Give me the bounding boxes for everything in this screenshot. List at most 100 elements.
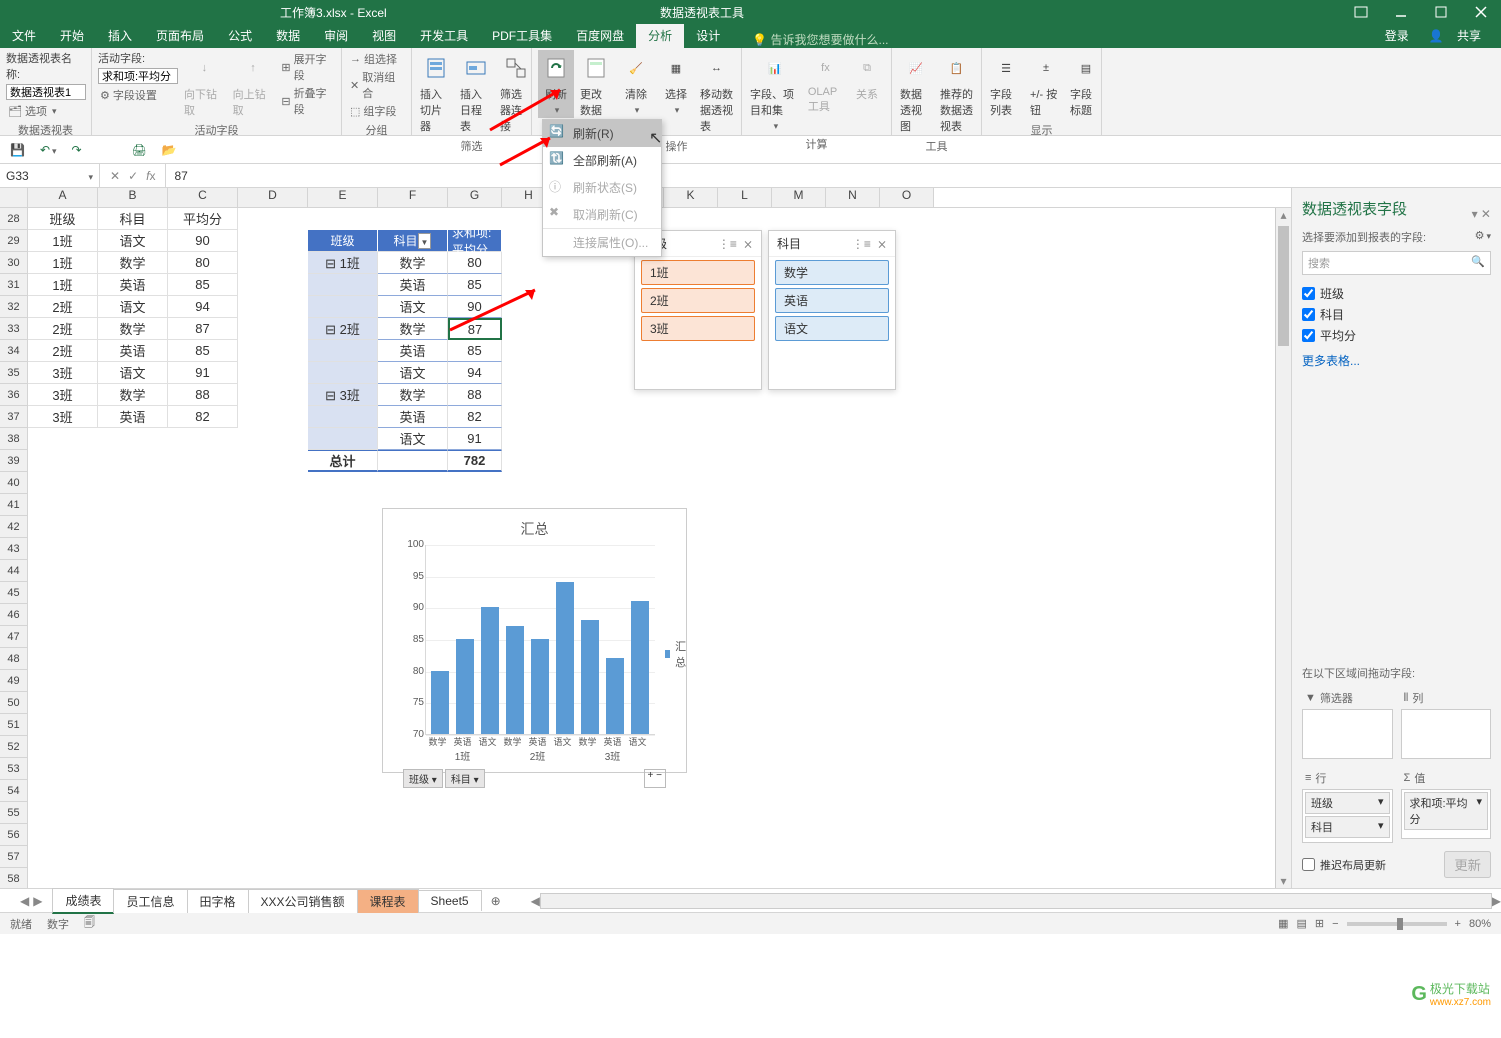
cell[interactable]: 2班 — [28, 296, 98, 318]
cell[interactable]: 数学 — [98, 252, 168, 274]
print-preview-icon[interactable]: 🖨 — [132, 143, 147, 157]
select-button[interactable]: ▦选择 — [658, 50, 694, 118]
cell[interactable] — [378, 450, 448, 472]
column-header[interactable]: E — [308, 188, 378, 207]
row-header[interactable]: 53 — [0, 758, 28, 780]
cell[interactable]: 数学 — [378, 252, 448, 274]
area-item[interactable]: 班级▾ — [1305, 792, 1390, 814]
recommended-pivot-button[interactable]: 📋推荐的数据透视表 — [938, 50, 975, 136]
defer-layout-checkbox[interactable] — [1302, 858, 1315, 871]
field-checkbox[interactable] — [1302, 308, 1315, 321]
row-header[interactable]: 31 — [0, 274, 28, 296]
tab-data[interactable]: 数据 — [264, 23, 312, 48]
view-page-icon[interactable]: ▤ — [1296, 917, 1306, 930]
sheet-tab[interactable]: XXX公司销售额 — [248, 889, 358, 913]
cell[interactable] — [308, 362, 378, 384]
field-checkbox[interactable] — [1302, 329, 1315, 342]
cell[interactable]: 82 — [448, 406, 502, 428]
cell[interactable]: 1班 — [28, 252, 98, 274]
cell[interactable]: 2班 — [28, 340, 98, 362]
row-header[interactable]: 33 — [0, 318, 28, 340]
row-header[interactable]: 41 — [0, 494, 28, 516]
cell[interactable]: 3班 — [28, 406, 98, 428]
sheet-tab[interactable]: 田字格 — [187, 889, 249, 913]
cell[interactable]: 班级 — [28, 208, 98, 230]
tab-nav-prev-icon[interactable]: ◀ — [20, 894, 29, 908]
slicer-multi-icon[interactable]: ⋮≡ — [852, 237, 871, 251]
cell[interactable]: 英语 — [98, 340, 168, 362]
row-header[interactable]: 34 — [0, 340, 28, 362]
tab-developer[interactable]: 开发工具 — [408, 23, 480, 48]
row-header[interactable]: 51 — [0, 714, 28, 736]
field-settings-button[interactable]: ⚙ 字段设置 — [98, 86, 178, 104]
row-header[interactable]: 47 — [0, 626, 28, 648]
tab-nav-next-icon[interactable]: ▶ — [33, 894, 42, 908]
slicer-item[interactable]: 1班 — [641, 260, 755, 285]
cell[interactable]: 782 — [448, 450, 502, 472]
formula-input[interactable]: 87 — [165, 164, 1501, 187]
pivot-chart-button[interactable]: 📈数据透视图 — [898, 50, 934, 136]
pivot-chart[interactable]: 汇总 707580859095100 数学英语语文数学英语语文数学英语语文 1班… — [382, 508, 687, 773]
row-header[interactable]: 42 — [0, 516, 28, 538]
cell[interactable]: 3班 — [28, 384, 98, 406]
row-header[interactable]: 56 — [0, 824, 28, 846]
expand-field-button[interactable]: ⊞ 展开字段 — [279, 50, 335, 84]
pivot-name-input[interactable] — [6, 84, 86, 100]
ribbon-options-icon[interactable] — [1341, 0, 1381, 24]
row-header[interactable]: 45 — [0, 582, 28, 604]
column-header[interactable]: M — [772, 188, 826, 207]
cell[interactable]: 88 — [448, 384, 502, 406]
chart-filter-subject[interactable]: 科目 ▾ — [445, 769, 485, 788]
tab-pagelayout[interactable]: 页面布局 — [144, 23, 216, 48]
slicer-multi-icon[interactable]: ⋮≡ — [718, 237, 737, 251]
more-tables-link[interactable]: 更多表格... — [1302, 352, 1491, 369]
field-headers-button[interactable]: ▤字段标题 — [1068, 50, 1104, 120]
slicer-clear-icon[interactable]: ⨯ — [743, 237, 753, 251]
row-header[interactable]: 44 — [0, 560, 28, 582]
cell[interactable]: 科目 — [98, 208, 168, 230]
cell[interactable]: 1班 — [28, 274, 98, 296]
move-pivot-button[interactable]: ↔移动数据透视表 — [698, 50, 735, 136]
cell[interactable] — [308, 406, 378, 428]
row-header[interactable]: 32 — [0, 296, 28, 318]
cell[interactable]: 总计 — [308, 450, 378, 472]
vertical-scrollbar[interactable]: ▴ ▾ — [1275, 208, 1291, 888]
tab-pdf[interactable]: PDF工具集 — [480, 23, 564, 48]
zoom-in-icon[interactable]: + — [1455, 918, 1461, 930]
field-list-item[interactable]: 科目 — [1302, 304, 1491, 325]
sheet-tab[interactable]: 成绩表 — [52, 888, 114, 914]
cell[interactable]: 数学 — [378, 384, 448, 406]
cell[interactable]: 91 — [168, 362, 238, 384]
cell[interactable] — [308, 428, 378, 450]
cell[interactable]: 85 — [168, 274, 238, 296]
save-icon[interactable]: 💾 — [10, 143, 25, 157]
cell[interactable]: 2班 — [28, 318, 98, 340]
row-header[interactable]: 37 — [0, 406, 28, 428]
collapse-field-button[interactable]: ⊟ 折叠字段 — [279, 84, 335, 118]
column-header[interactable]: B — [98, 188, 168, 207]
cell[interactable]: 94 — [448, 362, 502, 384]
cell[interactable]: 90 — [168, 230, 238, 252]
row-header[interactable]: 57 — [0, 846, 28, 868]
cell[interactable]: 英语 — [98, 274, 168, 296]
row-header[interactable]: 30 — [0, 252, 28, 274]
zoom-out-icon[interactable]: − — [1332, 918, 1338, 930]
row-header[interactable]: 48 — [0, 648, 28, 670]
cell[interactable]: 1班 — [28, 230, 98, 252]
row-area[interactable]: 班级▾科目▾ — [1302, 789, 1393, 843]
field-list-item[interactable]: 班级 — [1302, 283, 1491, 304]
cell[interactable]: 88 — [168, 384, 238, 406]
cell[interactable]: 英语 — [98, 406, 168, 428]
filter-area[interactable] — [1302, 709, 1393, 759]
plus-minus-button[interactable]: ±+/- 按钮 — [1028, 50, 1064, 120]
column-header[interactable]: A — [28, 188, 98, 207]
cell[interactable]: 英语 — [378, 274, 448, 296]
cell[interactable]: 语文 — [378, 428, 448, 450]
fx-icon[interactable]: fx — [146, 169, 155, 183]
cell[interactable]: 82 — [168, 406, 238, 428]
cell[interactable]: ⊟ 2班 — [308, 318, 378, 340]
area-item[interactable]: 求和项:平均分▾ — [1404, 792, 1489, 830]
zoom-slider[interactable] — [1347, 922, 1447, 926]
cell[interactable]: 80 — [168, 252, 238, 274]
field-list-button[interactable]: ☰字段列表 — [988, 50, 1024, 120]
